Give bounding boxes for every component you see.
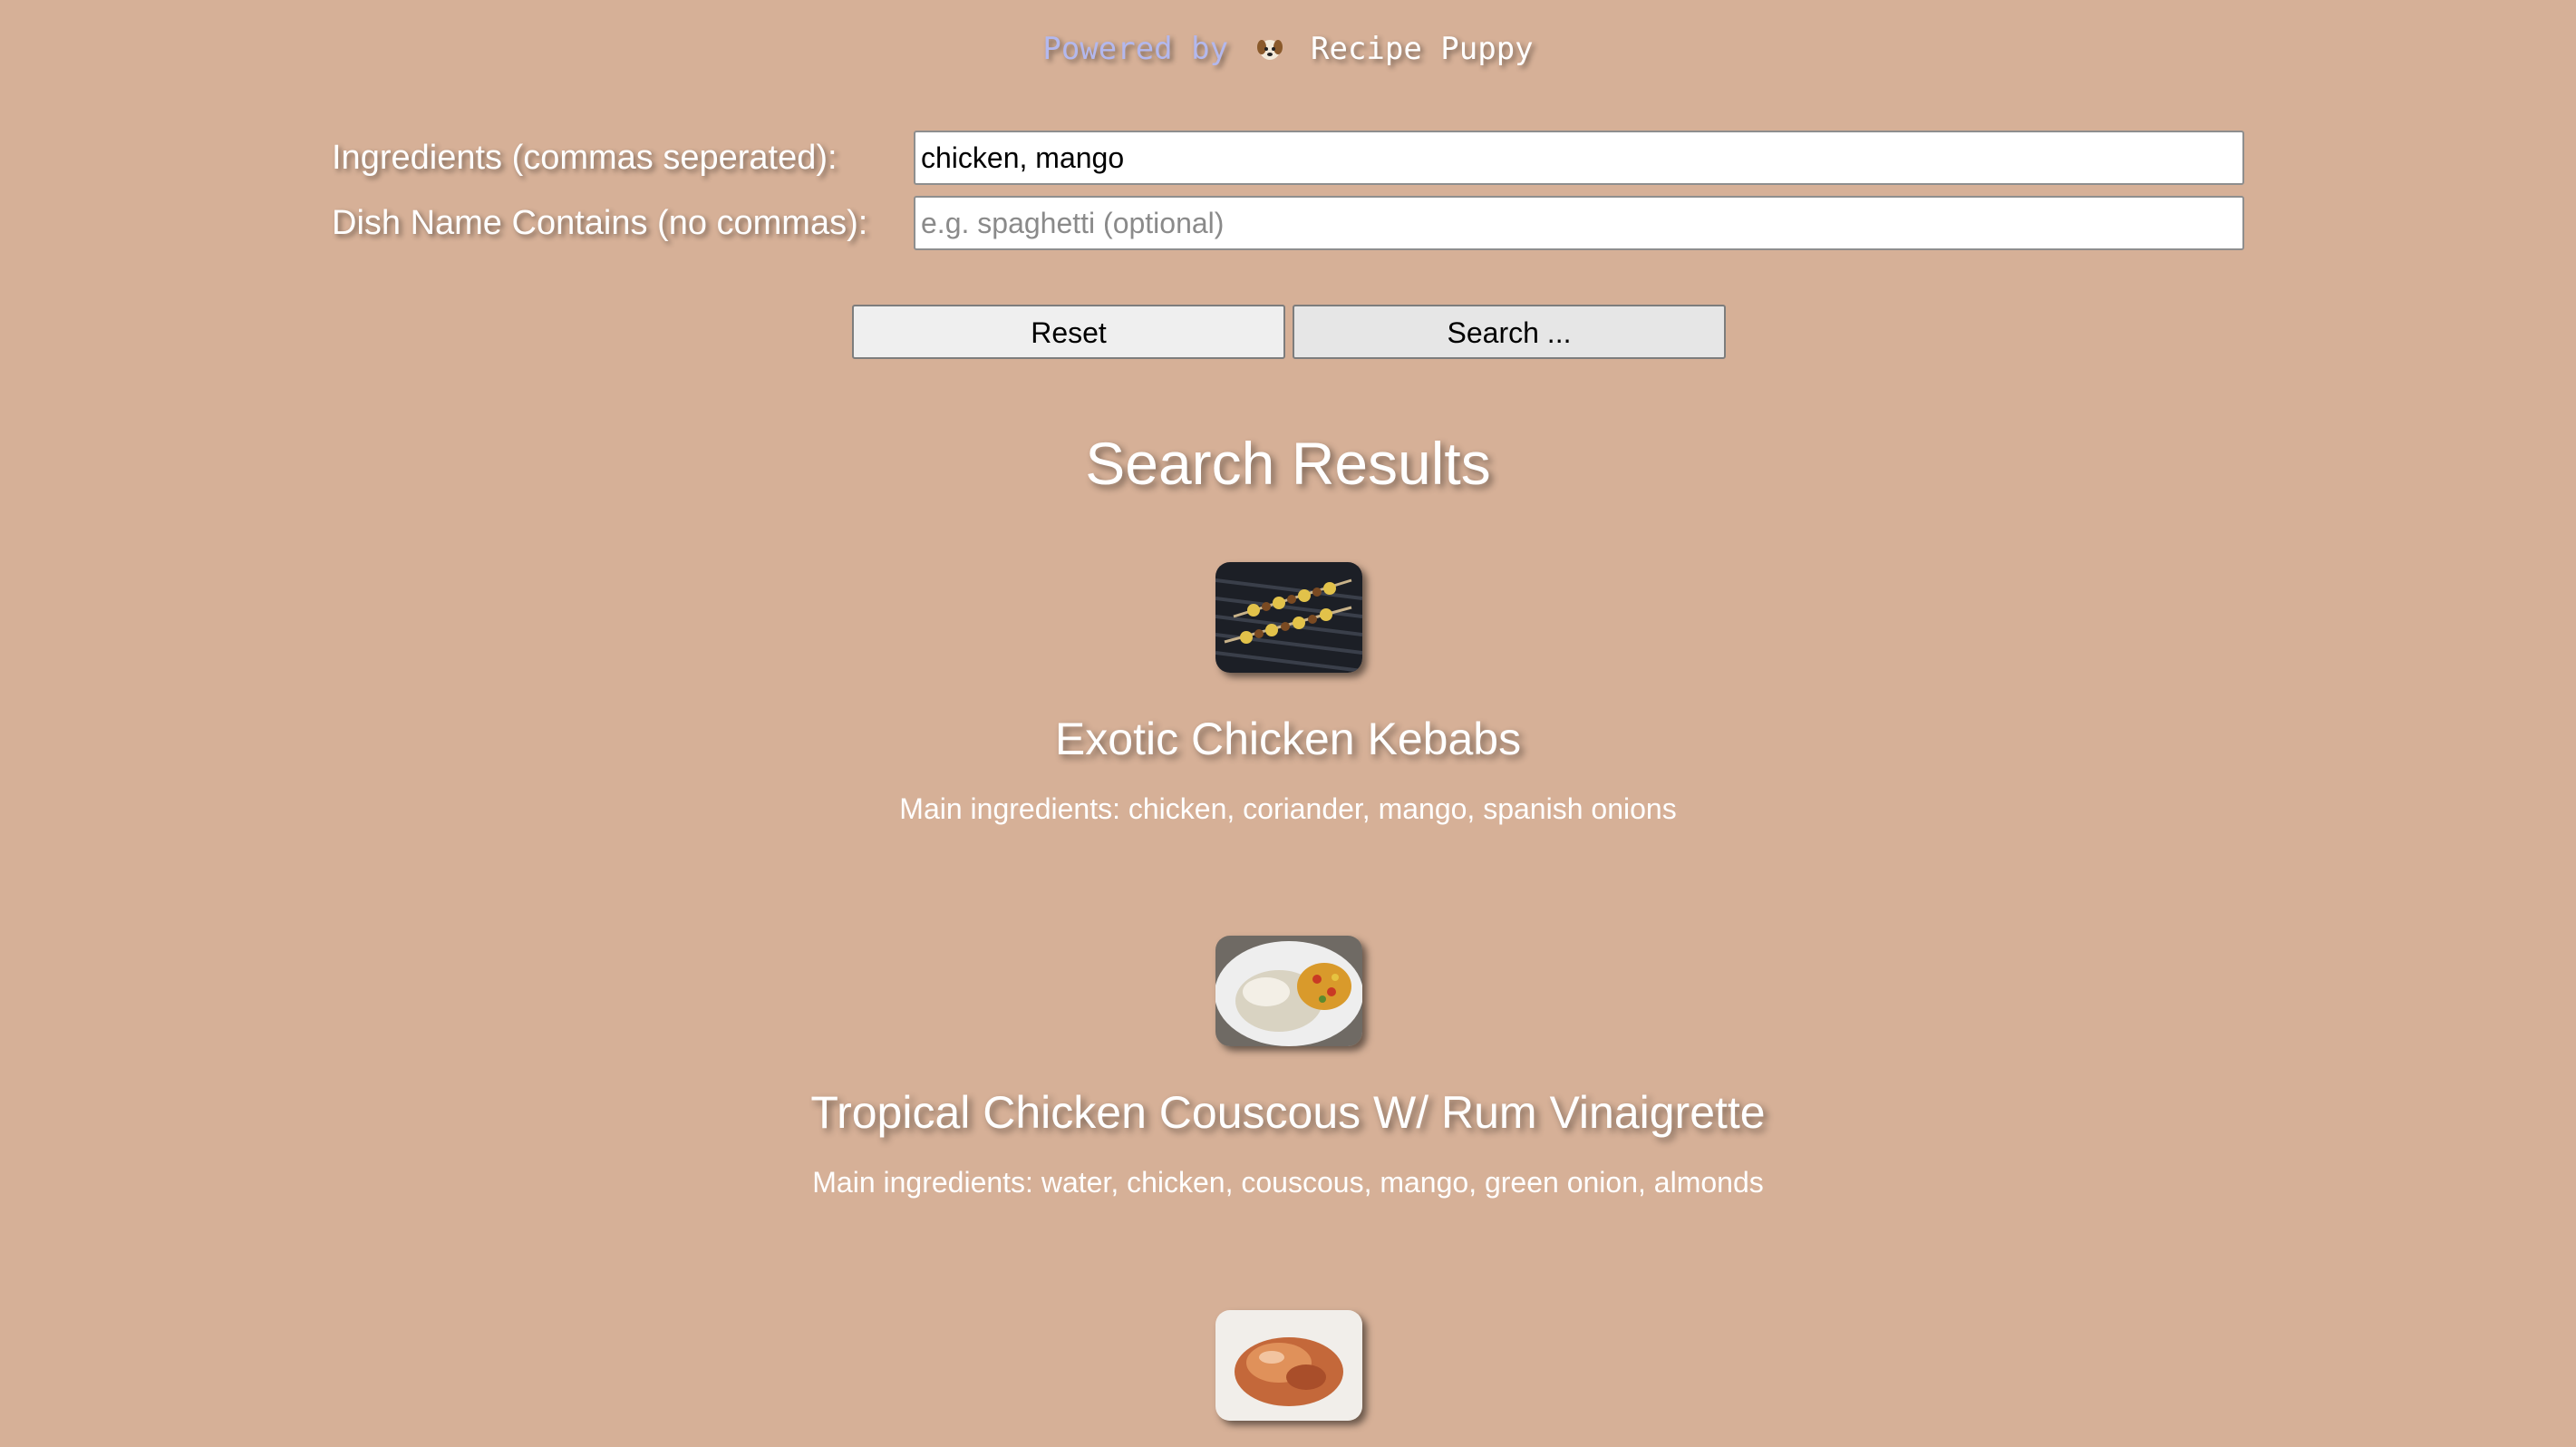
search-results-heading: Search Results — [1085, 430, 1491, 497]
form-buttons: Reset Search ... — [852, 305, 1726, 359]
recipe-thumbnail[interactable] — [1215, 936, 1362, 1046]
recipe-ingredients: Main ingredients: chicken, coriander, ma… — [899, 792, 1677, 825]
recipe-puppy-link[interactable]: Recipe Puppy — [1311, 31, 1534, 67]
dish-name-label: Dish Name Contains (no commas): — [332, 204, 868, 242]
recipe-thumbnail[interactable] — [1215, 1310, 1362, 1421]
powered-by-banner: Powered by Recipe Puppy — [0, 27, 2576, 71]
ingredients-label: Ingredients (commas seperated): — [332, 139, 838, 177]
ingredients-input[interactable] — [914, 131, 2244, 185]
recipe-title-link[interactable]: Tropical Chicken Couscous W/ Rum Vinaigr… — [0, 1081, 2576, 1144]
recipe-ingredients: Main ingredients: water, chicken, cousco… — [812, 1166, 1764, 1199]
reset-button[interactable]: Reset — [852, 305, 1285, 359]
dish-name-row: Dish Name Contains (no commas): — [332, 196, 2244, 250]
recipe-title-link[interactable]: Exotic Chicken Kebabs — [0, 707, 2576, 771]
dish-name-input[interactable] — [914, 196, 2244, 250]
recipe-search-page: Powered by Recipe Puppy Ingredients (com… — [0, 0, 2576, 1447]
search-button[interactable]: Search ... — [1293, 305, 1726, 359]
powered-by-text: Powered by — [1042, 31, 1229, 67]
ingredients-row: Ingredients (commas seperated): — [332, 131, 2244, 185]
puppy-face-icon — [1256, 31, 1283, 60]
recipe-thumbnail[interactable] — [1215, 562, 1362, 673]
